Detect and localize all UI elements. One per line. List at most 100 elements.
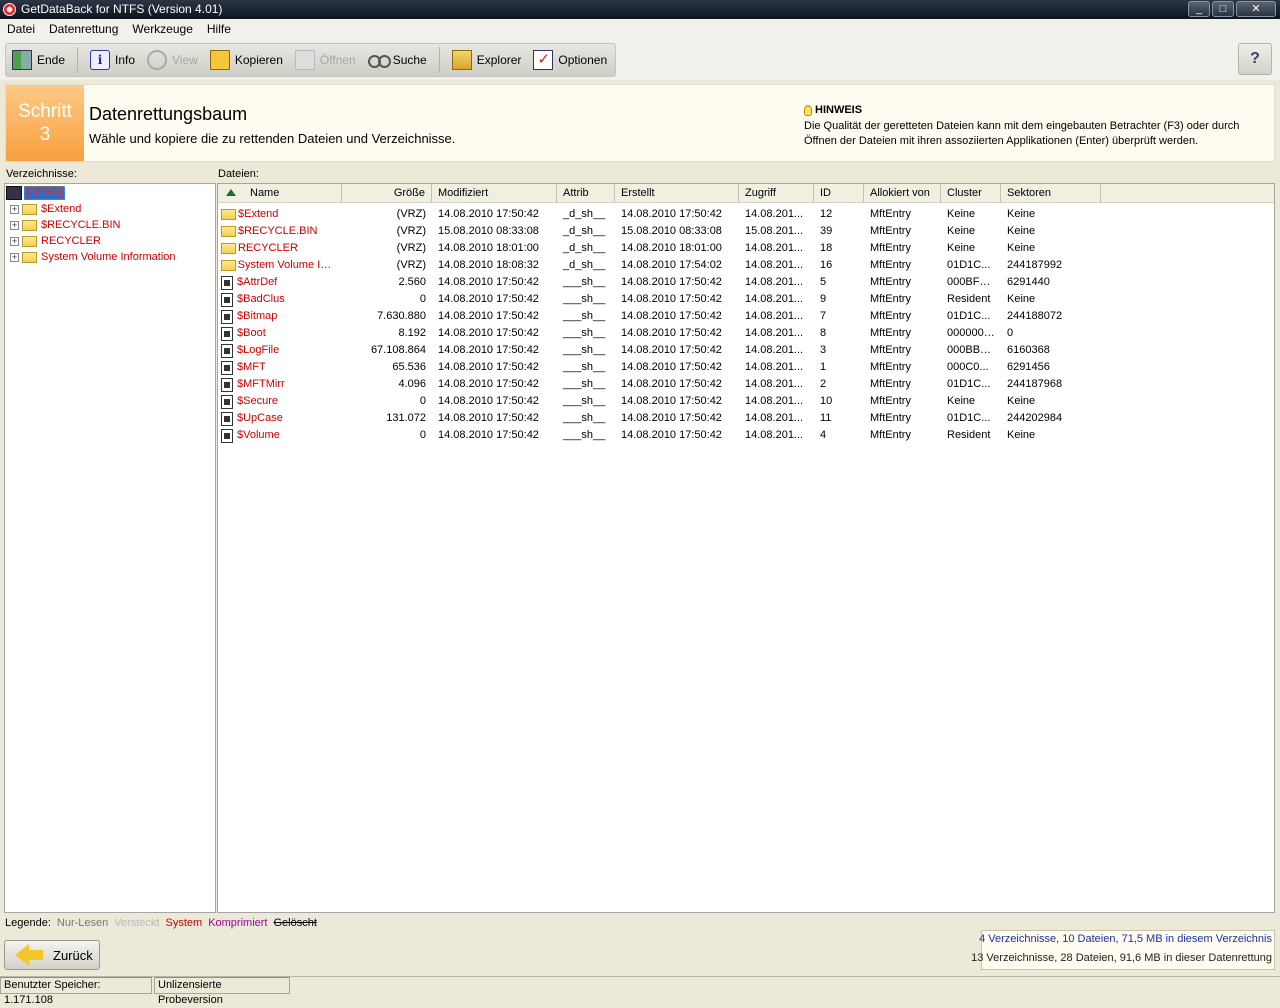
info-label: Info bbox=[115, 53, 136, 67]
info-button[interactable]: i Info bbox=[84, 45, 141, 75]
legend: Legende: Nur-Lesen Versteckt System Komp… bbox=[5, 917, 317, 929]
options-button[interactable]: Optionen bbox=[527, 45, 613, 75]
file-row[interactable]: System Volume Inf... (VRZ) 14.08.2010 18:0… bbox=[218, 257, 1101, 274]
folder-icon bbox=[221, 209, 236, 220]
tree-item[interactable]: + RECYCLER bbox=[5, 233, 101, 249]
cell-cluster: 000C0... bbox=[947, 361, 989, 373]
cell-attrib: ___sh__ bbox=[563, 310, 606, 322]
file-row[interactable]: $Boot 8.192 14.08.2010 17:50:42 ___sh__ 14.0… bbox=[218, 325, 1101, 342]
file-row[interactable]: $AttrDef 2.560 14.08.2010 17:50:42 ___sh__ 1… bbox=[218, 274, 1101, 291]
help-button[interactable]: ? bbox=[1238, 43, 1272, 75]
cell-alloc: MftEntry bbox=[870, 378, 911, 390]
view-button[interactable]: View bbox=[141, 45, 204, 75]
expand-icon[interactable]: + bbox=[10, 236, 19, 246]
column-header-id[interactable]: ID bbox=[814, 184, 864, 203]
back-button[interactable]: Zurück bbox=[4, 940, 100, 970]
file-icon bbox=[221, 394, 233, 409]
file-row[interactable]: $Volume 0 14.08.2010 17:50:42 ___sh__ 14.08.… bbox=[218, 427, 1101, 444]
menu-datei[interactable]: Datei bbox=[0, 19, 42, 40]
explorer-icon bbox=[451, 50, 472, 70]
file-row[interactable]: $Secure 0 14.08.2010 17:50:42 ___sh__ 14.08.… bbox=[218, 393, 1101, 410]
expand-icon[interactable]: + bbox=[10, 204, 19, 214]
file-row[interactable]: $MFTMirr 4.096 14.08.2010 17:50:42 ___sh__ 1… bbox=[218, 376, 1101, 393]
open-button[interactable]: Öffnen bbox=[289, 45, 362, 75]
file-name: $Bitmap bbox=[237, 310, 278, 322]
column-header-cluster[interactable]: Cluster bbox=[941, 184, 1001, 203]
cell-cluster: Resident bbox=[947, 293, 991, 305]
file-list[interactable]: Name Größe Modifiziert Attrib Erstellt Z… bbox=[217, 183, 1275, 913]
folder-icon bbox=[221, 243, 236, 254]
file-list-header: Name Größe Modifiziert Attrib Erstellt Z… bbox=[218, 184, 1274, 203]
files-label: Dateien: bbox=[218, 168, 259, 180]
tree-item-label: $Extend bbox=[41, 203, 82, 215]
cell-cluster: Resident bbox=[947, 429, 991, 441]
expand-icon[interactable]: + bbox=[10, 220, 19, 230]
search-button[interactable]: Suche bbox=[362, 45, 433, 75]
column-header-name[interactable]: Name bbox=[218, 184, 342, 203]
cell-cluster: Keine bbox=[947, 242, 976, 254]
menu-hilfe[interactable]: Hilfe bbox=[200, 19, 238, 40]
cell-created: 14.08.2010 17:50:42 bbox=[621, 276, 722, 288]
file-name: $AttrDef bbox=[237, 276, 278, 288]
cell-name: $Volume bbox=[218, 427, 342, 444]
file-icon bbox=[221, 377, 233, 392]
cell-size: 4.096 bbox=[398, 378, 426, 390]
file-row[interactable]: RECYCLER (VRZ) 14.08.2010 18:01:00 _d_sh__ 1… bbox=[218, 240, 1101, 257]
cell-size: 8.192 bbox=[398, 327, 426, 339]
column-header-size[interactable]: Größe bbox=[342, 184, 432, 203]
column-header-sectors[interactable]: Sektoren bbox=[1001, 184, 1101, 203]
cell-modified: 14.08.2010 17:50:42 bbox=[438, 276, 539, 288]
cell-attrib: ___sh__ bbox=[563, 395, 606, 407]
tree-item-label: $RECYCLE.BIN bbox=[41, 219, 121, 231]
directory-tree[interactable]: [NTFS] + $Extend + $RECYCLE.BIN + RECYCL… bbox=[4, 183, 216, 913]
column-header-attrib[interactable]: Attrib bbox=[557, 184, 615, 203]
step-label: Schritt bbox=[18, 101, 72, 122]
legend-deleted: Gelöscht bbox=[273, 917, 317, 929]
tree-item-label: RECYCLER bbox=[41, 235, 101, 247]
close-icon[interactable]: ✕ bbox=[1236, 1, 1276, 17]
copy-button[interactable]: Kopieren bbox=[204, 45, 289, 75]
cell-name: RECYCLER bbox=[218, 240, 342, 257]
cell-accessed: 14.08.201... bbox=[745, 361, 804, 373]
file-row[interactable]: $Bitmap 7.630.880 14.08.2010 17:50:42 ___sh… bbox=[218, 308, 1101, 325]
cell-alloc: MftEntry bbox=[870, 276, 911, 288]
column-header-allocated-by[interactable]: Allokiert von bbox=[864, 184, 941, 203]
file-row[interactable]: $MFT 65.536 14.08.2010 17:50:42 ___sh__ 14.0… bbox=[218, 359, 1101, 376]
column-header-created[interactable]: Erstellt bbox=[615, 184, 739, 203]
status-bar: Benutzter Speicher: 1.171.108 Unlizensie… bbox=[0, 976, 1280, 1006]
column-header-accessed[interactable]: Zugriff bbox=[739, 184, 814, 203]
title-bar: GetDataBack for NTFS (Version 4.01) _ □ … bbox=[0, 0, 1280, 19]
file-row[interactable]: $UpCase 131.072 14.08.2010 17:50:42 ___sh__… bbox=[218, 410, 1101, 427]
cell-modified: 14.08.2010 17:50:42 bbox=[438, 395, 539, 407]
cell-sectors: Keine bbox=[1007, 208, 1036, 220]
explorer-button[interactable]: Explorer bbox=[446, 45, 528, 75]
cell-name: $Boot bbox=[218, 325, 342, 342]
column-header-modified[interactable]: Modifiziert bbox=[432, 184, 557, 203]
tree-item[interactable]: + $RECYCLE.BIN bbox=[5, 217, 120, 233]
file-name: $Secure bbox=[237, 395, 278, 407]
status-memory: Benutzter Speicher: 1.171.108 bbox=[0, 977, 152, 1006]
cell-created: 15.08.2010 08:33:08 bbox=[621, 225, 722, 237]
cell-id: 3 bbox=[820, 344, 827, 356]
tree-root[interactable]: [NTFS] bbox=[5, 185, 65, 201]
file-name: $MFT bbox=[237, 361, 266, 373]
expand-icon[interactable]: + bbox=[10, 252, 19, 262]
file-row[interactable]: $BadClus 0 14.08.2010 17:50:42 ___sh__ 14.08… bbox=[218, 291, 1101, 308]
cell-accessed: 14.08.201... bbox=[745, 327, 804, 339]
file-row[interactable]: $RECYCLE.BIN (VRZ) 15.08.2010 08:33:08 _d_s… bbox=[218, 223, 1101, 240]
maximize-icon[interactable]: □ bbox=[1212, 1, 1234, 17]
tree-item[interactable]: + System Volume Information bbox=[5, 249, 176, 265]
tree-item[interactable]: + $Extend bbox=[5, 201, 81, 217]
menu-datenrettung[interactable]: Datenrettung bbox=[42, 19, 125, 40]
minimize-icon[interactable]: _ bbox=[1188, 1, 1210, 17]
exit-button[interactable]: Ende bbox=[6, 45, 71, 75]
menu-werkzeuge[interactable]: Werkzeuge bbox=[125, 19, 199, 40]
cell-sectors: 6291456 bbox=[1007, 361, 1050, 373]
cell-cluster: 01D1C... bbox=[947, 259, 991, 271]
file-row[interactable]: $LogFile 67.108.864 14.08.2010 17:50:42 ___… bbox=[218, 342, 1101, 359]
summary-box: 4 Verzeichnisse, 10 Dateien, 71,5 MB in … bbox=[971, 930, 1275, 970]
cell-created: 14.08.2010 17:50:42 bbox=[621, 208, 722, 220]
file-row[interactable]: $Extend (VRZ) 14.08.2010 17:50:42 _d_sh__ 14… bbox=[218, 206, 1101, 223]
cell-sectors: 244188072 bbox=[1007, 310, 1063, 322]
cell-attrib: ___sh__ bbox=[563, 429, 606, 441]
